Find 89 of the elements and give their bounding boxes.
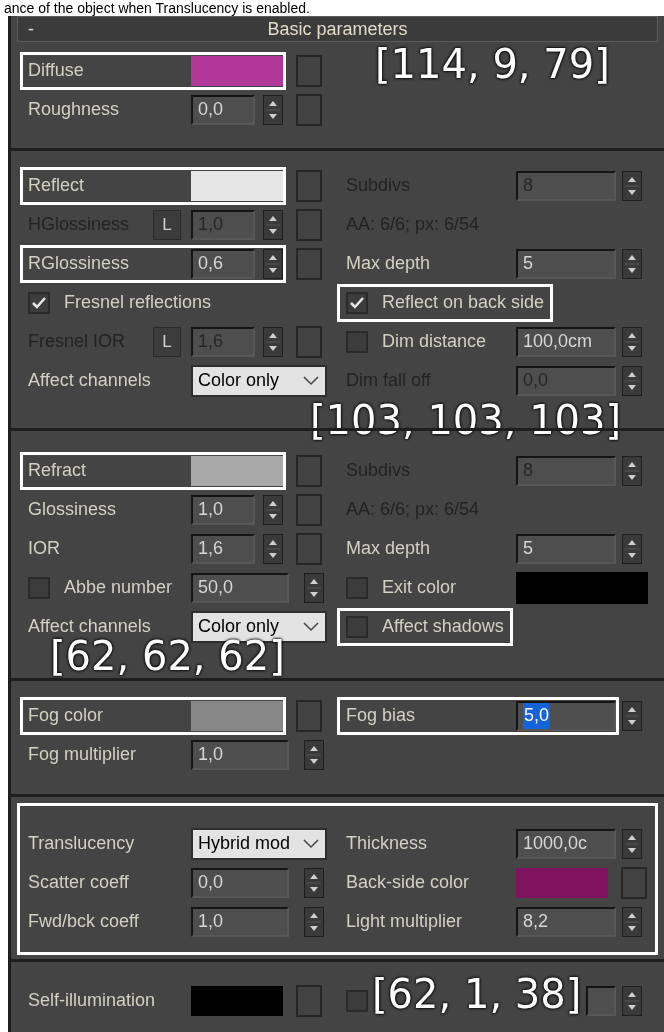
color-swatch[interactable] <box>191 55 283 86</box>
field-label: Fog multiplier <box>27 743 138 766</box>
spinner-arrows[interactable] <box>263 209 283 240</box>
spinner-arrows[interactable] <box>622 455 642 486</box>
number-field[interactable]: 5 <box>516 248 616 279</box>
number-field[interactable]: 0,0 <box>191 94 255 125</box>
spinner-arrows[interactable] <box>622 365 642 396</box>
field-label: Glossiness <box>27 498 118 521</box>
number-field[interactable]: 5,0 <box>516 700 616 731</box>
checkbox[interactable] <box>346 291 368 314</box>
number-field[interactable] <box>586 985 616 1016</box>
spinner-arrows[interactable] <box>304 739 324 770</box>
chevron-down-icon <box>303 375 319 386</box>
checkbox[interactable] <box>346 576 368 599</box>
number-field[interactable]: 50,0 <box>191 572 289 603</box>
field-label: Self-illumination <box>27 989 157 1012</box>
field-label: Scatter coeff <box>27 871 130 894</box>
checkbox-label: Affect shadows <box>382 615 504 638</box>
checkbox-label: Dim distance <box>382 330 487 353</box>
spinner-arrows[interactable] <box>263 533 283 564</box>
color-swatch[interactable] <box>516 571 648 604</box>
field-label: Fog bias <box>345 704 417 727</box>
spinner-arrows[interactable] <box>622 985 642 1016</box>
panel-title: Basic parameters <box>266 17 409 41</box>
checkbox[interactable] <box>346 330 368 353</box>
checkbox[interactable] <box>28 291 50 314</box>
spinner-arrows[interactable] <box>263 326 283 357</box>
field-label: Back-side color <box>345 871 471 894</box>
field-label: Max depth <box>345 252 432 275</box>
spinner-arrows[interactable] <box>263 248 283 279</box>
field-label: Fog color <box>27 704 105 727</box>
field-label: Max depth <box>345 537 432 560</box>
field-label: Thickness <box>345 832 429 855</box>
panel-header[interactable]: - Basic parameters <box>17 16 658 42</box>
annotation-text: [62, 1, 38] <box>372 974 582 1014</box>
field-label: Reflect <box>27 174 86 197</box>
field-label: Affect channels <box>27 615 152 638</box>
color-swatch[interactable] <box>191 170 283 201</box>
checkbox-label: Abbe number <box>64 576 173 599</box>
field-label: RGlossiness <box>27 252 131 275</box>
caption-text: ance of the object when Translucency is enabled. <box>3 0 311 16</box>
color-swatch[interactable] <box>191 700 283 731</box>
dropdown[interactable]: Hybrid mod <box>191 827 327 860</box>
number-field[interactable]: 100,0cm <box>516 326 616 357</box>
annotation-text: [114, 9, 79] <box>375 44 610 84</box>
number-field[interactable]: 5 <box>516 533 616 564</box>
checkmark-icon <box>350 296 364 309</box>
spinner-arrows[interactable] <box>622 700 642 731</box>
number-field[interactable]: 1,0 <box>191 906 289 937</box>
number-field[interactable]: 1,6 <box>191 533 255 564</box>
spinner-arrows[interactable] <box>622 248 642 279</box>
spinner-arrows[interactable] <box>622 906 642 937</box>
spinner-arrows[interactable] <box>622 828 642 859</box>
checkbox-label: Exit color <box>382 576 457 599</box>
field-label: Light multiplier <box>345 910 464 933</box>
checkmark-icon <box>32 296 46 309</box>
spinner-arrows[interactable] <box>622 326 642 357</box>
checkbox[interactable] <box>346 615 368 638</box>
color-swatch[interactable] <box>191 985 283 1016</box>
field-label: Fwd/bck coeff <box>27 910 140 933</box>
number-field[interactable]: 1000,0c <box>516 828 616 859</box>
number-field[interactable]: 1,0 <box>191 494 255 525</box>
number-field[interactable]: 1,0 <box>191 739 289 770</box>
spinner-arrows[interactable] <box>263 94 283 125</box>
checkbox[interactable] <box>346 989 368 1012</box>
number-field[interactable]: 0,0 <box>191 867 289 898</box>
spinner-arrows[interactable] <box>622 170 642 201</box>
spinner-arrows[interactable] <box>304 867 324 898</box>
checkbox[interactable] <box>28 576 50 599</box>
spinner-arrows[interactable] <box>622 533 642 564</box>
spinner-arrows[interactable] <box>304 906 324 937</box>
field-label: Diffuse <box>27 59 85 82</box>
chevron-down-icon <box>303 621 319 632</box>
field-label: Translucency <box>27 832 136 855</box>
field-label: Refract <box>27 459 88 482</box>
chevron-down-icon <box>303 838 319 849</box>
field-label: Roughness <box>27 98 121 121</box>
spinner-arrows[interactable] <box>263 494 283 525</box>
number-field[interactable]: 8,2 <box>516 906 616 937</box>
spinner-arrows[interactable] <box>304 572 324 603</box>
color-swatch[interactable] <box>516 867 608 898</box>
collapse-toggle[interactable]: - <box>18 15 58 43</box>
number-field[interactable]: 0,6 <box>191 248 255 279</box>
field-label: IOR <box>27 537 61 560</box>
field-label: Affect channels <box>27 369 152 392</box>
checkbox-label: Reflect on back side <box>382 291 545 314</box>
checkbox-label: Fresnel reflections <box>64 291 212 314</box>
color-swatch[interactable] <box>191 455 283 486</box>
dropdown[interactable]: Color only <box>191 364 327 397</box>
